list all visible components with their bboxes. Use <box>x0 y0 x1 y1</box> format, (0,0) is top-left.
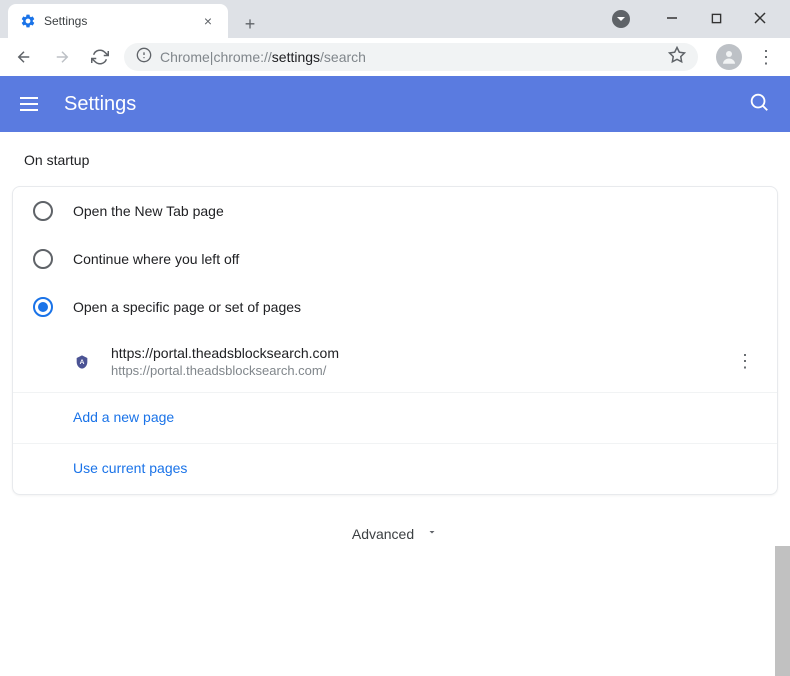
hamburger-menu-icon[interactable] <box>20 92 44 116</box>
add-page-row: Add a new page <box>13 392 777 443</box>
close-icon[interactable]: × <box>200 13 216 29</box>
more-actions-icon[interactable]: ⋮ <box>733 351 757 372</box>
radio-label: Open a specific page or set of pages <box>73 299 301 315</box>
use-current-link[interactable]: Use current pages <box>73 460 187 476</box>
tab-bar: Settings × + <box>0 0 790 38</box>
settings-header: Settings <box>0 76 790 132</box>
profile-avatar[interactable] <box>716 44 742 70</box>
add-page-link[interactable]: Add a new page <box>73 409 174 425</box>
forward-button[interactable] <box>48 43 76 71</box>
reload-button[interactable] <box>86 43 114 71</box>
new-tab-button[interactable]: + <box>236 10 264 38</box>
radio-icon[interactable] <box>33 297 53 317</box>
omnibox[interactable]: Chrome | chrome://settings/search <box>124 43 698 71</box>
radio-icon[interactable] <box>33 249 53 269</box>
scrollbar-thumb[interactable] <box>775 546 790 676</box>
window-controls <box>642 0 790 36</box>
maximize-icon[interactable] <box>706 8 726 28</box>
site-info-icon[interactable] <box>136 47 152 68</box>
browser-tab[interactable]: Settings × <box>8 4 228 38</box>
radio-continue[interactable]: Continue where you left off <box>13 235 777 283</box>
page-title: Settings <box>64 93 748 116</box>
radio-icon[interactable] <box>33 201 53 221</box>
radio-label: Continue where you left off <box>73 251 239 267</box>
startup-page-row: A https://portal.theadsblocksearch.com h… <box>13 331 777 392</box>
minimize-icon[interactable] <box>662 8 682 28</box>
page-name: https://portal.theadsblocksearch.com <box>111 345 733 361</box>
bookmark-star-icon[interactable] <box>668 46 686 69</box>
settings-gear-icon <box>20 13 36 29</box>
account-badge-icon[interactable] <box>612 10 630 28</box>
search-icon[interactable] <box>748 91 770 118</box>
radio-new-tab[interactable]: Open the New Tab page <box>13 187 777 235</box>
address-bar: Chrome | chrome://settings/search ⋮ <box>0 38 790 76</box>
back-button[interactable] <box>10 43 38 71</box>
tab-title: Settings <box>44 14 200 28</box>
radio-label: Open the New Tab page <box>73 203 224 219</box>
svg-text:A: A <box>80 359 85 366</box>
advanced-toggle[interactable]: Advanced <box>0 495 790 573</box>
page-url: https://portal.theadsblocksearch.com/ <box>111 363 733 378</box>
chrome-menu-icon[interactable]: ⋮ <box>752 43 780 71</box>
url-text: Chrome | chrome://settings/search <box>160 49 366 65</box>
advanced-label: Advanced <box>352 526 414 542</box>
section-heading: On startup <box>0 132 790 186</box>
page-info: https://portal.theadsblocksearch.com htt… <box>111 345 733 378</box>
startup-card: Open the New Tab page Continue where you… <box>12 186 778 495</box>
shield-icon: A <box>73 353 91 371</box>
chevron-down-icon <box>426 525 438 543</box>
content-area: On startup Open the New Tab page Continu… <box>0 132 790 676</box>
radio-specific-page[interactable]: Open a specific page or set of pages <box>13 283 777 331</box>
use-current-row: Use current pages <box>13 443 777 494</box>
window-close-icon[interactable] <box>750 8 770 28</box>
